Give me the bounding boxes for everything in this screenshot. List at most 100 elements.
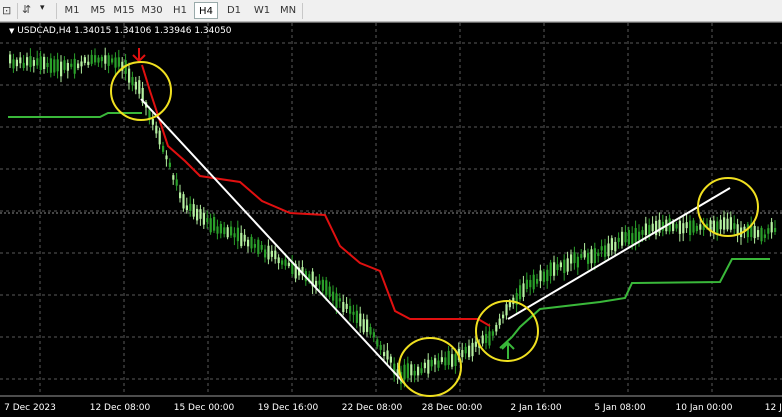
- timeframe-button-h4[interactable]: H4: [194, 2, 218, 19]
- candle-body: [593, 248, 596, 264]
- candle-body: [556, 264, 559, 271]
- candle-body: [199, 209, 202, 219]
- chart-area[interactable]: [0, 22, 782, 416]
- candle-body: [519, 285, 522, 300]
- timeframe-button-mn[interactable]: MN: [276, 2, 300, 19]
- candle-body: [481, 335, 484, 344]
- candle-body: [100, 56, 103, 62]
- candle-body: [767, 228, 770, 234]
- candle-body: [464, 346, 467, 354]
- candle-body: [617, 237, 620, 242]
- candle-body: [434, 358, 437, 365]
- candle-body: [746, 224, 749, 238]
- time-tick-label: 19 Dec 16:00: [257, 403, 319, 413]
- candle-body: [583, 250, 586, 258]
- candle-body: [274, 250, 277, 260]
- candle-body: [573, 252, 576, 264]
- candle-body: [328, 286, 331, 297]
- candle-body: [43, 56, 46, 70]
- candle-body: [196, 208, 199, 221]
- candle-body: [420, 368, 423, 374]
- candle-body: [56, 59, 59, 72]
- timeframe-button-m15[interactable]: M15: [112, 2, 136, 19]
- time-tick-label: 2 Jan 16:00: [510, 403, 562, 413]
- candle-body: [576, 256, 579, 268]
- candle-body: [260, 244, 263, 250]
- timeframe-button-w1[interactable]: W1: [250, 2, 274, 19]
- candle-body: [12, 59, 15, 69]
- candle-body: [230, 226, 233, 236]
- candle-body: [719, 219, 722, 230]
- collapse-arrow-icon[interactable]: ▼: [9, 27, 14, 35]
- candle-body: [444, 357, 447, 366]
- timeframe-button-d1[interactable]: D1: [222, 2, 246, 19]
- candle-body: [712, 220, 715, 233]
- candle-body: [63, 60, 66, 70]
- candle-body: [580, 254, 583, 258]
- crosshair-icon[interactable]: ⊡: [2, 4, 14, 17]
- candle-body: [376, 339, 379, 347]
- candle-body: [240, 232, 243, 247]
- candle-body: [216, 226, 219, 234]
- candle-body: [19, 57, 22, 64]
- candle-body: [723, 217, 726, 230]
- candle-body: [689, 220, 692, 235]
- candle-body: [716, 221, 719, 234]
- candle-body: [549, 262, 552, 277]
- toolbar-separator: [56, 3, 57, 19]
- candle-body: [587, 252, 590, 264]
- candle-body: [158, 130, 161, 145]
- candle-body: [621, 231, 624, 246]
- candle-body: [49, 58, 52, 73]
- candle-body: [185, 205, 188, 211]
- candle-body: [372, 332, 375, 338]
- candle-body: [403, 364, 406, 380]
- candle-body: [753, 225, 756, 239]
- candle-body: [90, 54, 93, 64]
- candle-body: [532, 274, 535, 290]
- toolbar-separator: [302, 3, 303, 19]
- candle-body: [695, 225, 698, 232]
- candle-body: [138, 80, 141, 94]
- timeframe-button-m5[interactable]: M5: [86, 2, 110, 19]
- timeframe-button-h1[interactable]: H1: [168, 2, 192, 19]
- dropdown-arrow-icon[interactable]: ▾: [40, 3, 45, 13]
- candle-body: [638, 231, 641, 241]
- candle-body: [505, 304, 508, 316]
- candle-body: [427, 359, 430, 374]
- candle-body: [614, 241, 617, 252]
- timeframe-button-m1[interactable]: M1: [60, 2, 84, 19]
- time-tick-label: 12 Dec 08:00: [89, 403, 151, 413]
- candle-body: [97, 57, 100, 63]
- candle-body: [32, 60, 35, 66]
- candle-body: [437, 360, 440, 368]
- candle-body: [471, 342, 474, 357]
- candle-body: [168, 162, 171, 167]
- candle-body: [763, 234, 766, 238]
- time-tick-label: 15 Dec 00:00: [173, 403, 235, 413]
- toolbar-separator: [17, 3, 18, 19]
- candle-body: [352, 311, 355, 315]
- timeframe-button-m30[interactable]: M30: [140, 2, 164, 19]
- price-chart[interactable]: [0, 23, 782, 417]
- candle-body: [321, 279, 324, 291]
- candle-body: [607, 243, 610, 257]
- candle-body: [39, 56, 42, 70]
- candle-body: [539, 270, 542, 282]
- candle-body: [423, 362, 426, 369]
- candle-body: [597, 252, 600, 256]
- candle-body: [355, 310, 358, 323]
- candle-body: [189, 203, 192, 212]
- line-tool-icon[interactable]: ⇵: [22, 3, 31, 16]
- candle-body: [179, 192, 182, 199]
- candle-body: [338, 298, 341, 302]
- candle-body: [15, 59, 18, 67]
- candle-body: [389, 356, 392, 363]
- candle-body: [281, 260, 284, 265]
- candle-body: [491, 331, 494, 336]
- candle-body: [226, 227, 229, 238]
- sell-signal-arrow-icon: [132, 48, 146, 63]
- candle-body: [223, 227, 226, 235]
- candle-body: [349, 306, 352, 314]
- candle-body: [53, 59, 56, 73]
